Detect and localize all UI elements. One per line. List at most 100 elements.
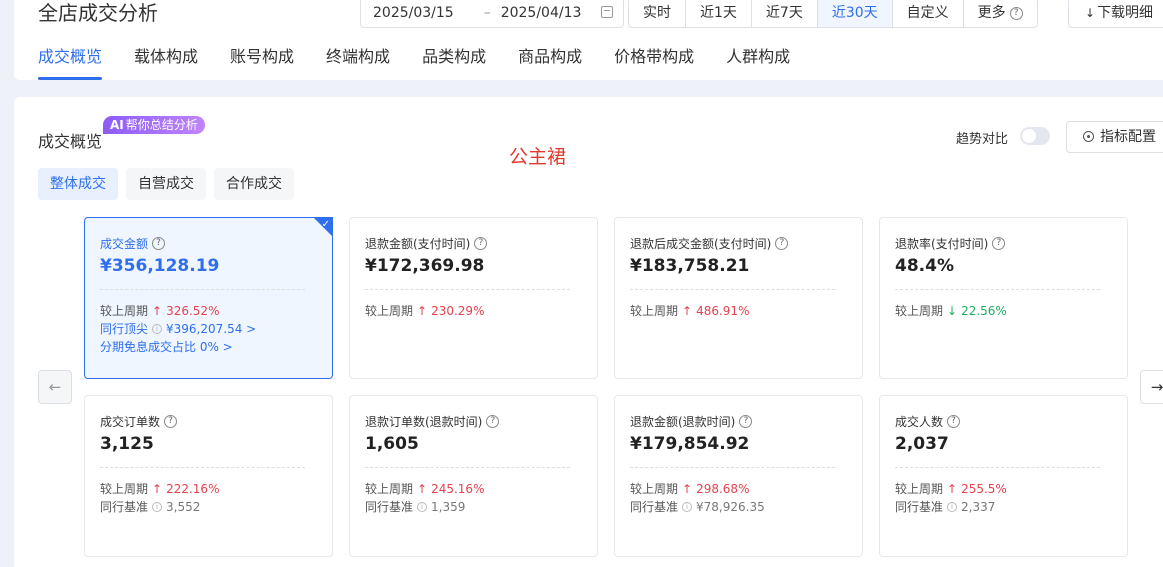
tab-carrier[interactable]: 载体构成 — [134, 43, 198, 71]
benchmark-value: 3,552 — [166, 499, 201, 514]
divider — [100, 467, 305, 468]
peer-top-label: 同行顶尖 — [100, 322, 149, 336]
metric-value: 3,125 — [100, 434, 154, 454]
metric-label-text: 成交订单数 — [100, 415, 161, 429]
metric-label: 成交订单数? — [100, 413, 178, 430]
trend-compare-toggle[interactable] — [1020, 127, 1050, 145]
up-arrow-icon: ↑ — [417, 481, 428, 496]
help-icon[interactable]: ? — [947, 415, 961, 428]
help-icon: ? — [1009, 6, 1023, 20]
tab-account[interactable]: 账号构成 — [230, 43, 294, 71]
range-1d[interactable]: 近1天 — [686, 0, 752, 27]
tab-category[interactable]: 品类构成 — [422, 43, 486, 71]
download-button[interactable]: ↓ 下载明细 — [1068, 0, 1163, 28]
compare-label: 较上周期 — [630, 304, 679, 318]
help-icon[interactable]: ? — [164, 415, 178, 428]
metric-label-text: 成交人数 — [895, 415, 944, 429]
page-title: 全店成交分析 — [38, 1, 158, 25]
metric-config-button[interactable]: 指标配置 — [1066, 121, 1163, 153]
metric-card-orders[interactable]: 成交订单数? 3,125 较上周期 ↑ 222.16% 同行基准 i 3,552 — [84, 395, 333, 557]
compare-row: 较上周期 ↑ 230.29% — [365, 302, 484, 319]
metric-value: ¥356,128.19 — [100, 256, 220, 276]
tab-overview[interactable]: 成交概览 — [38, 43, 103, 80]
help-icon[interactable]: ? — [739, 415, 753, 428]
divider — [895, 467, 1100, 468]
range-more[interactable]: 更多 ? — [964, 0, 1037, 27]
compare-row: 较上周期 ↑ 245.16% — [365, 480, 484, 497]
metric-label-text: 退款率(支付时间) — [895, 237, 989, 251]
divider — [630, 289, 835, 290]
help-icon[interactable]: ? — [474, 237, 488, 250]
date-start: 2025/03/15 — [373, 5, 454, 21]
compare-value: 486.91% — [696, 303, 750, 318]
metric-value: 2,037 — [895, 434, 949, 454]
range-7d[interactable]: 近7天 — [752, 0, 818, 27]
ai-summary-badge[interactable]: AI 帮你总结分析 — [103, 116, 205, 134]
compare-value: 245.16% — [431, 481, 485, 496]
date-separator: – — [483, 5, 491, 21]
compare-row: 较上周期 ↑ 222.16% — [100, 480, 219, 497]
date-range-picker[interactable]: 2025/03/15 – 2025/04/13 — [360, 0, 624, 28]
help-icon[interactable]: ? — [775, 237, 789, 250]
benchmark-label: 同行基准 — [100, 500, 149, 514]
deal-type-tabs: 整体成交 自营成交 合作成交 — [38, 168, 294, 200]
installment-row[interactable]: 分期免息成交占比 0% > — [100, 338, 233, 355]
info-icon: i — [682, 501, 693, 512]
next-arrow-icon[interactable]: → — [1140, 370, 1163, 404]
date-end: 2025/04/13 — [500, 5, 582, 21]
calendar-icon[interactable] — [601, 6, 613, 18]
prev-arrow-icon[interactable]: ← — [38, 370, 72, 404]
metric-card-gmv[interactable]: ✓ 成交金额? ¥356,128.19 较上周期 ↑ 326.52% 同行顶尖 i ¥3… — [84, 217, 333, 379]
peer-top-row[interactable]: 同行顶尖 i ¥396,207.54 > — [100, 320, 256, 337]
range-realtime[interactable]: 实时 — [629, 0, 686, 27]
metric-card-refund-rate[interactable]: 退款率(支付时间)? 48.4% 较上周期 ↓ 22.56% — [879, 217, 1128, 379]
range-custom[interactable]: 自定义 — [893, 0, 964, 27]
header-card: 全店成交分析 2025/03/15 – 2025/04/13 实时 近1天 近7… — [14, 0, 1163, 80]
tab-price-band[interactable]: 价格带构成 — [614, 43, 694, 71]
benchmark-row: 同行基准 i 1,359 — [365, 498, 465, 515]
help-icon[interactable]: ? — [992, 237, 1006, 250]
compare-value: 326.52% — [166, 303, 220, 318]
section-title: 成交概览 — [38, 132, 103, 151]
tab-terminal[interactable]: 终端构成 — [326, 43, 390, 71]
help-icon[interactable]: ? — [152, 237, 166, 250]
metric-label-text: 退款后成交金额(支付时间) — [630, 237, 772, 251]
info-icon: i — [152, 323, 163, 334]
metric-card-refund-pay[interactable]: 退款金额(支付时间)? ¥172,369.98 较上周期 ↑ 230.29% — [349, 217, 598, 379]
compare-label: 较上周期 — [100, 482, 149, 496]
metric-label-text: 退款金额(支付时间) — [365, 237, 471, 251]
metric-card-refund-refundtime[interactable]: 退款金额(退款时间)? ¥179,854.92 较上周期 ↑ 298.68% 同行基… — [614, 395, 863, 557]
tab-audience[interactable]: 人群构成 — [726, 43, 790, 71]
help-icon[interactable]: ? — [486, 415, 500, 428]
subtab-partner[interactable]: 合作成交 — [214, 168, 294, 200]
metric-card-refund-orders[interactable]: 退款订单数(退款时间)? 1,605 较上周期 ↑ 245.16% 同行基准 i 1,3… — [349, 395, 598, 557]
peer-top-value: ¥396,207.54 > — [166, 321, 257, 336]
trend-compare-label: 趋势对比 — [956, 132, 1009, 147]
benchmark-label: 同行基准 — [365, 500, 414, 514]
compare-row: 较上周期 ↓ 22.56% — [895, 302, 1007, 319]
metric-value: ¥172,369.98 — [365, 256, 485, 276]
subtab-self[interactable]: 自营成交 — [126, 168, 206, 200]
metric-value: 48.4% — [895, 256, 954, 276]
metric-label: 退款金额(退款时间)? — [630, 413, 753, 430]
up-arrow-icon: ↑ — [947, 481, 958, 496]
compare-label: 较上周期 — [895, 304, 944, 318]
up-arrow-icon: ↑ — [417, 303, 428, 318]
subtab-all[interactable]: 整体成交 — [38, 168, 118, 200]
metric-card-net-gmv[interactable]: 退款后成交金额(支付时间)? ¥183,758.21 较上周期 ↑ 486.91% — [614, 217, 863, 379]
benchmark-row: 同行基准 i 2,337 — [895, 498, 995, 515]
up-arrow-icon: ↑ — [152, 303, 163, 318]
range-30d[interactable]: 近30天 — [817, 0, 893, 27]
metric-label: 成交金额? — [100, 235, 166, 252]
compare-label: 较上周期 — [100, 304, 149, 318]
up-arrow-icon: ↑ — [682, 303, 693, 318]
compare-row: 较上周期 ↑ 298.68% — [630, 480, 749, 497]
metric-value: 1,605 — [365, 434, 419, 454]
metric-card-buyers[interactable]: 成交人数? 2,037 较上周期 ↑ 255.5% 同行基准 i 2,337 — [879, 395, 1128, 557]
metric-value: ¥183,758.21 — [630, 256, 750, 276]
info-icon: i — [152, 501, 163, 512]
product-label: 公主裙 — [509, 146, 567, 168]
metric-config-label: 指标配置 — [1100, 129, 1156, 145]
overview-panel: 成交概览 AI 帮你总结分析 公主裙 趋势对比 指标配置 整体成交 自营成交 合作… — [14, 97, 1163, 567]
tab-product[interactable]: 商品构成 — [518, 43, 582, 71]
